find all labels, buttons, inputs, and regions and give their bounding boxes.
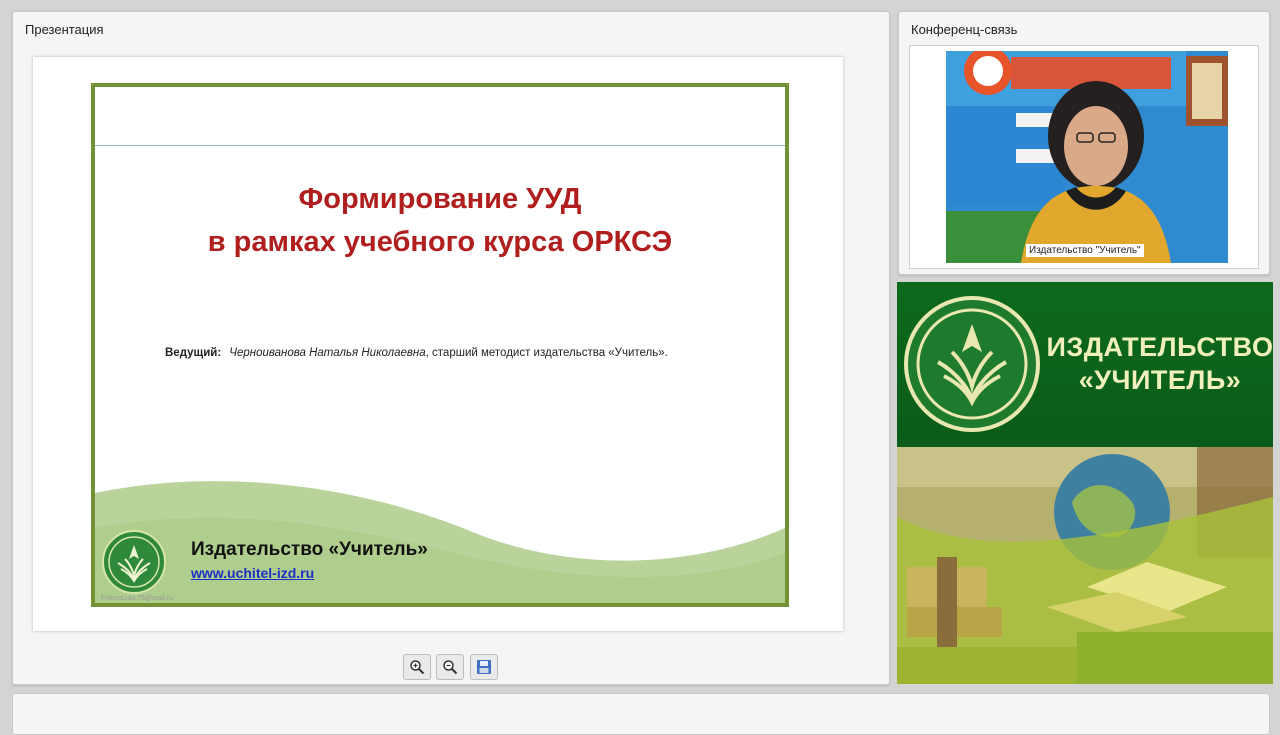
zoom-out-button[interactable] [436,654,464,680]
presentation-panel-title: Презентация [25,22,104,37]
slide-title-line-1: Формирование УУД [298,183,582,215]
presenter-role: , старший методист издательства «Учитель… [425,347,668,359]
slide-publisher-link[interactable]: www.uchitel-izd.ru [191,565,314,581]
banner-books-image [897,447,1273,684]
banner-header: ИЗДАТЕЛЬСТВО «УЧИТЕЛЬ» [897,282,1273,447]
slide-presenter-line: Ведущий: Черноиванова Наталья Николаевна,… [165,347,668,359]
video-participant-label: Издательство "Учитель" [1026,244,1144,257]
save-icon [477,660,491,674]
slide: Формирование УУД в рамках учебного курса… [91,83,789,607]
save-button[interactable] [470,654,498,680]
video-frame: Издательство "Учитель" [909,45,1259,269]
conference-panel: Конференц-связь Издательство "Учитель" [898,11,1270,275]
zoom-in-icon [410,660,425,675]
slide-wave-decoration [95,481,785,603]
video-stream[interactable]: Издательство "Учитель" [946,51,1228,263]
publisher-logo-icon [102,530,166,594]
speaker-video-image [946,51,1228,263]
zoom-in-button[interactable] [403,654,431,680]
slide-divider [95,145,785,146]
presenter-name: Черноиванова Наталья Николаевна [229,347,426,359]
presentation-panel: Презентация Формирование УУД в рамках уч… [12,11,890,685]
banner-logo-icon [904,296,1040,432]
slide-title-line-2: в рамках учебного курса ОРКСЭ [207,226,673,258]
banner-title-line-2: «УЧИТЕЛЬ» [1078,365,1242,395]
conference-panel-title: Конференц-связь [911,22,1018,37]
publisher-banner: ИЗДАТЕЛЬСТВО «УЧИТЕЛЬ» [897,282,1273,684]
zoom-out-icon [443,660,458,675]
presenter-label: Ведущий: [165,347,222,359]
slide-viewport[interactable]: Формирование УУД в рамках учебного курса… [33,57,843,631]
slide-publisher-name: Издательство «Учитель» [191,539,428,560]
slide-watermark: FokinaLida.75@mail.ru [101,595,174,602]
books-globe-image [897,447,1273,684]
bottom-panel [12,693,1270,735]
banner-title-line-1: ИЗДАТЕЛЬСТВО [1046,332,1273,362]
